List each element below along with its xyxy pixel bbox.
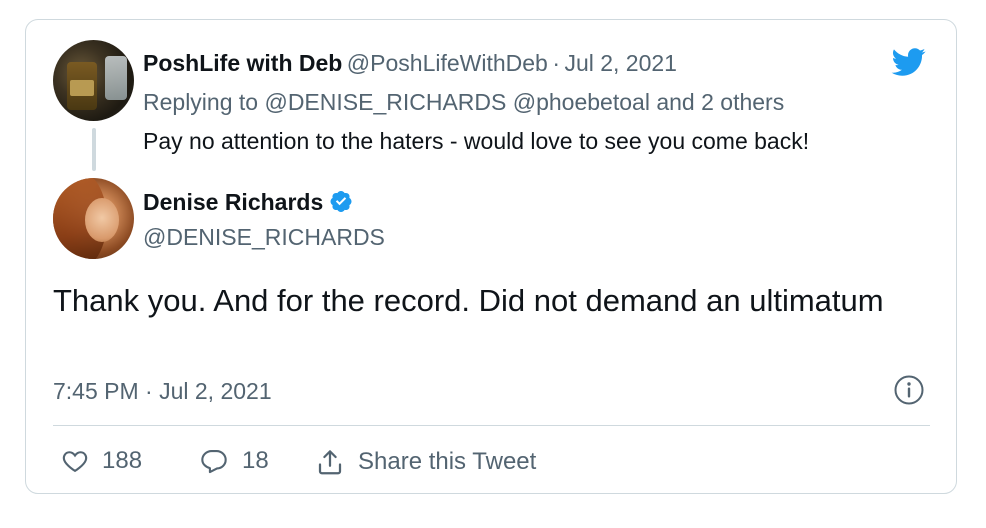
avatar-poshlife[interactable] xyxy=(53,40,134,121)
replying-prefix: Replying to xyxy=(143,89,259,115)
actions-divider xyxy=(53,425,930,426)
avatar-denise-richards[interactable] xyxy=(53,178,134,259)
share-label: Share this Tweet xyxy=(358,448,537,475)
main-author-handle[interactable]: @DENISE_RICHARDS xyxy=(143,224,385,251)
main-author-line: Denise Richards xyxy=(143,189,353,216)
parent-author-handle[interactable]: @PoshLifeWithDeb xyxy=(347,50,548,76)
replying-to-line: Replying to @DENISE_RICHARDS @phoebetoal… xyxy=(143,89,784,116)
avatar-face-shape xyxy=(85,198,119,242)
parent-date[interactable]: Jul 2, 2021 xyxy=(564,50,677,76)
twitter-bird-icon[interactable] xyxy=(888,45,930,79)
info-icon[interactable] xyxy=(893,374,925,406)
avatar-bottle-label xyxy=(70,80,94,96)
verified-badge-icon xyxy=(330,191,352,212)
speech-bubble-icon xyxy=(201,450,227,474)
main-tweet-text: Thank you. And for the record. Did not d… xyxy=(53,283,884,318)
share-icon xyxy=(318,450,342,475)
like-count: 188 xyxy=(102,447,143,474)
reply-button[interactable]: 18 xyxy=(198,447,269,475)
tweet-timestamp[interactable]: 7:45 PM · Jul 2, 2021 xyxy=(53,378,272,405)
parent-tweet-text: Pay no attention to the haters - would l… xyxy=(143,128,810,154)
parent-separator: · xyxy=(552,50,560,76)
parent-author-line: PoshLife with Deb @PoshLifeWithDeb · Jul… xyxy=(143,50,677,77)
heart-icon xyxy=(62,451,88,473)
reply-count: 18 xyxy=(242,447,269,474)
main-author-name[interactable]: Denise Richards xyxy=(143,189,323,215)
like-button[interactable]: 188 xyxy=(60,447,142,475)
replying-mentions[interactable]: @DENISE_RICHARDS @phoebetoal xyxy=(264,89,649,115)
avatar-glass-shape xyxy=(105,56,127,100)
replying-others[interactable]: and 2 others xyxy=(656,89,784,115)
share-button[interactable]: Share this Tweet xyxy=(314,447,536,477)
thread-connector-line xyxy=(92,128,96,171)
parent-author-name[interactable]: PoshLife with Deb xyxy=(143,50,342,76)
